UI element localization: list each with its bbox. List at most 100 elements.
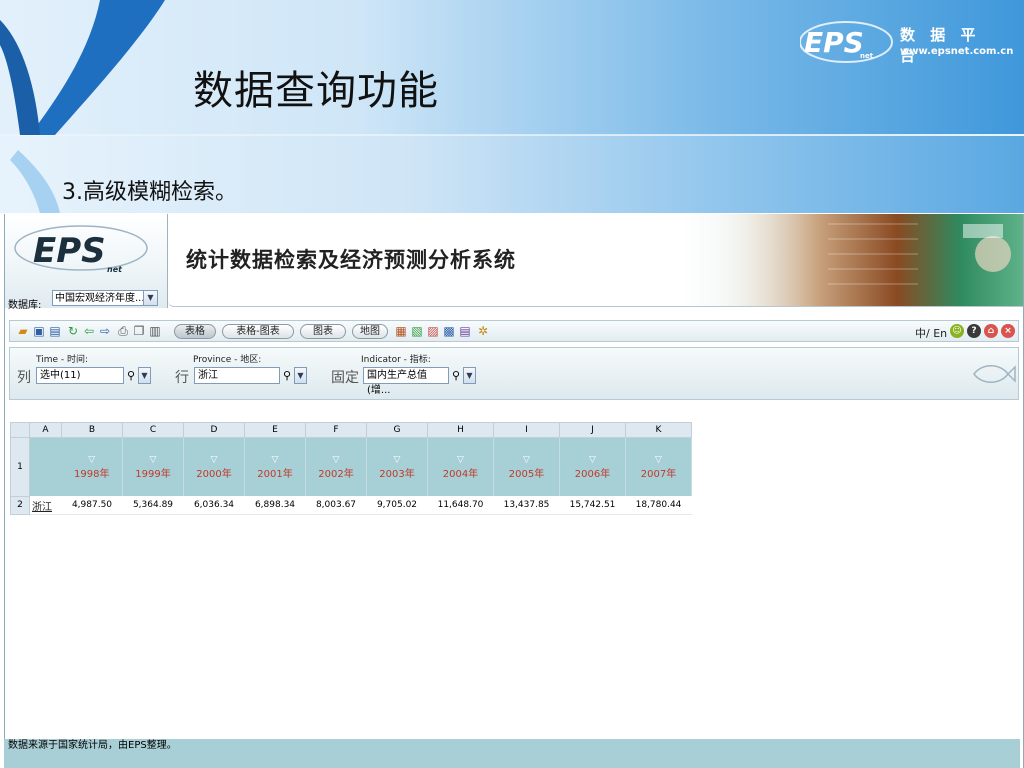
help-icon[interactable]: ? (967, 324, 981, 338)
database-select[interactable]: 中国宏观经济年度... ▼ (52, 290, 158, 306)
column-header[interactable]: K (625, 422, 692, 438)
value-cell[interactable]: 6,898.34 (244, 496, 306, 515)
chevron-down-icon[interactable]: ▼ (138, 367, 151, 384)
row-number: 1 (10, 437, 30, 497)
banner-title-area: 统计数据检索及经济预测分析系统 (168, 214, 1023, 307)
back-arrow-icon[interactable]: ⇦ (82, 324, 96, 338)
filter-icon[interactable]: ▨ (426, 324, 440, 338)
column-header[interactable]: C (122, 422, 184, 438)
search-icon[interactable]: ⚲ (280, 367, 294, 384)
column-header[interactable]: G (366, 422, 428, 438)
chevron-down-icon[interactable]: ▼ (143, 291, 157, 305)
province-select[interactable]: 浙江 (194, 367, 280, 384)
region-link[interactable]: 浙江 (29, 496, 62, 515)
calc-icon[interactable]: ▩ (442, 324, 456, 338)
column-header[interactable]: D (183, 422, 245, 438)
forward-arrow-icon[interactable]: ⇨ (98, 324, 112, 338)
indicator-dimension-label: Indicator - 指标: (361, 355, 431, 365)
home-icon[interactable]: ⌂ (984, 324, 998, 338)
export-icon[interactable]: ▥ (148, 324, 162, 338)
close-icon[interactable]: × (1001, 324, 1015, 338)
column-header[interactable]: I (493, 422, 560, 438)
year-header-cell[interactable]: ▽ 2003年 (366, 437, 428, 496)
value-cell[interactable]: 8,003.67 (305, 496, 367, 515)
refresh-icon[interactable]: ↻ (66, 324, 80, 338)
sort-triangle-icon[interactable]: ▽ (494, 455, 559, 465)
layout-icon[interactable]: ▦ (394, 324, 408, 338)
column-header[interactable]: J (559, 422, 626, 438)
map-view-button[interactable]: 地图 (352, 324, 388, 339)
year-header-cell[interactable]: ▽ 2005年 (493, 437, 560, 496)
excel-icon[interactable]: ▧ (410, 324, 424, 338)
table-view-button[interactable]: 表格 (174, 324, 216, 339)
year-header-cell[interactable]: ▽ 1998年 (61, 437, 123, 496)
chevron-down-icon[interactable]: ▼ (463, 367, 476, 384)
logo-platform-name: 数 据 平 台 (900, 26, 981, 65)
corner-cell (10, 422, 30, 438)
open-folder-icon[interactable]: ▰ (16, 324, 30, 338)
save-icon[interactable]: ▣ (32, 324, 46, 338)
value-cell[interactable]: 11,648.70 (427, 496, 494, 515)
sort-triangle-icon[interactable]: ▽ (245, 455, 305, 465)
column-header[interactable]: A (29, 422, 62, 438)
sort-triangle-icon[interactable]: ▽ (560, 455, 625, 465)
settings-gear-icon[interactable]: ✲ (476, 324, 490, 338)
search-icon[interactable]: ⚲ (124, 367, 138, 384)
year-header-cell[interactable]: ▽ 2002年 (305, 437, 367, 496)
value-cell[interactable]: 9,705.02 (366, 496, 428, 515)
column-header[interactable]: F (305, 422, 367, 438)
year-label: 2007年 (640, 468, 677, 480)
chart-view-button[interactable]: 图表 (300, 324, 346, 339)
sort-triangle-icon[interactable]: ▽ (367, 455, 427, 465)
slide-header: 数据查询功能 3.高级模糊检索。 EPS net 数 据 平 台 www.eps… (0, 0, 1024, 213)
save-as-icon[interactable]: ▤ (48, 324, 62, 338)
logo-url: www.epsnet.com.cn (900, 46, 1014, 57)
language-toggle[interactable]: 中/ En (915, 325, 947, 341)
year-header-cell[interactable]: ▽ 1999年 (122, 437, 184, 496)
eps-logo-icon: EPS net (800, 21, 893, 63)
year-header-cell[interactable]: ▽ 2000年 (183, 437, 245, 496)
app-logo-sub: net (107, 265, 123, 274)
year-header-cell[interactable]: ▽ 2006年 (559, 437, 626, 496)
province-dimension-label: Province - 地区: (193, 355, 262, 365)
app-logo-panel: EPS net 数据库: 中国宏观经济年度... ▼ (5, 214, 168, 311)
svg-text:net: net (860, 52, 874, 60)
eps-platform-logo: EPS net 数 据 平 台 www.epsnet.com.cn (800, 18, 1013, 78)
sort-triangle-icon[interactable]: ▽ (123, 455, 183, 465)
year-label: 2000年 (196, 468, 232, 480)
time-select[interactable]: 选中(11) (36, 367, 124, 384)
database-label: 数据库: (8, 300, 42, 311)
main-toolbar: ▰ ▣ ▤ ↻ ⇦ ⇨ ⎙ ❐ ▥ 表格 表格-图表 图表 地图 ▦ ▧ ▨ ▩… (9, 320, 1019, 342)
column-header[interactable]: E (244, 422, 306, 438)
indicator-select[interactable]: 国内生产总值(增... (363, 367, 449, 396)
year-header-cell[interactable]: ▽ 2007年 (625, 437, 692, 496)
year-header-cell[interactable]: ▽ 2004年 (427, 437, 494, 496)
eps-app-logo-icon: EPS net (14, 225, 148, 274)
value-cell[interactable]: 6,036.34 (183, 496, 245, 515)
region-header-cell (29, 437, 62, 496)
year-label: 2006年 (574, 468, 611, 480)
sort-triangle-icon[interactable]: ▽ (184, 455, 244, 465)
value-cell[interactable]: 13,437.85 (493, 496, 560, 515)
table-chart-view-button[interactable]: 表格-图表 (222, 324, 294, 339)
sort-triangle-icon[interactable]: ▽ (306, 455, 366, 465)
year-header-cell[interactable]: ▽ 2001年 (244, 437, 306, 496)
copy-icon[interactable]: ❐ (132, 324, 146, 338)
sort-triangle-icon[interactable]: ▽ (428, 455, 493, 465)
chevron-down-icon[interactable]: ▼ (294, 367, 307, 384)
year-label: 2005年 (508, 468, 545, 480)
data-source-footer: 数据来源于国家统计局，由EPS整理。 (4, 739, 1020, 768)
stats-icon[interactable]: ▤ (458, 324, 472, 338)
value-cell[interactable]: 5,364.89 (122, 496, 184, 515)
search-icon[interactable]: ⚲ (449, 367, 463, 384)
value-cell[interactable]: 18,780.44 (625, 496, 692, 515)
sort-triangle-icon[interactable]: ▽ (626, 455, 691, 465)
print-icon[interactable]: ⎙ (116, 324, 130, 338)
sort-triangle-icon[interactable]: ▽ (62, 455, 123, 465)
value-cell[interactable]: 15,742.51 (559, 496, 626, 515)
column-header[interactable]: H (427, 422, 494, 438)
user-icon[interactable]: ☺ (950, 324, 964, 338)
value-cell[interactable]: 4,987.50 (61, 496, 123, 515)
data-grid: A B C D E F G H I J K 1 ▽ 1998年 ▽ 1999年 ▽ 2… (10, 422, 692, 515)
column-header[interactable]: B (61, 422, 123, 438)
